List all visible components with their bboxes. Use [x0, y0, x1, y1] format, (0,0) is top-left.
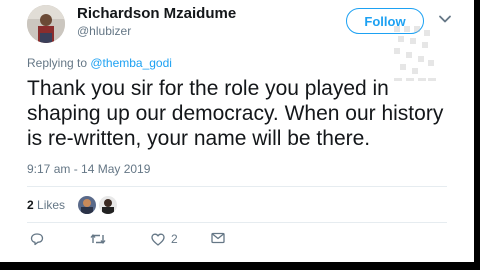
divider — [27, 186, 447, 187]
likes-number: 2 — [27, 198, 34, 212]
replying-to: Replying to @themba_godi — [27, 56, 172, 70]
retweet-icon — [90, 234, 106, 244]
retweet-action[interactable] — [90, 232, 106, 246]
tweet-text: Thank you sir for the role you played in… — [27, 77, 444, 150]
likes-count[interactable]: 2 Likes — [27, 198, 65, 212]
divider — [27, 222, 447, 223]
like-icon — [151, 233, 165, 246]
tweet-timestamp[interactable]: 9:17 am - 14 May 2019 — [27, 162, 150, 176]
display-name[interactable]: Richardson Mzaidume — [77, 5, 236, 22]
replying-to-label: Replying to — [27, 56, 91, 70]
like-action-count: 2 — [171, 232, 178, 246]
likes-label: Likes — [37, 198, 66, 212]
message-action[interactable] — [211, 232, 225, 244]
message-icon — [211, 232, 225, 244]
reply-mention-link[interactable]: @themba_godi — [90, 56, 172, 70]
liker-avatar[interactable] — [77, 195, 97, 215]
chevron-down-icon[interactable] — [438, 12, 452, 31]
reply-icon — [30, 233, 44, 246]
like-action[interactable]: 2 — [151, 232, 178, 246]
user-handle[interactable]: @hlubizer — [77, 24, 131, 38]
reply-action[interactable] — [30, 232, 44, 246]
tweet-card: Richardson Mzaidume @hlubizer Follow Rep… — [0, 0, 474, 262]
liker-avatar[interactable] — [98, 195, 118, 215]
avatar[interactable] — [27, 5, 65, 43]
